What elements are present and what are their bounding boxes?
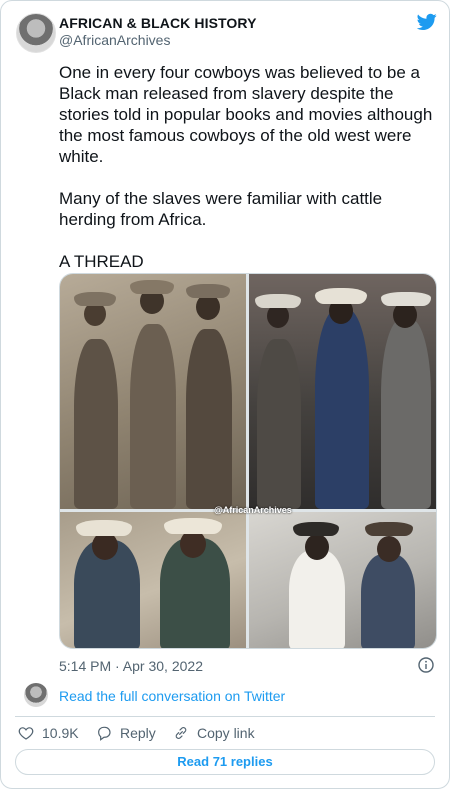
divider: [15, 716, 435, 717]
like-count: 10.9K: [42, 725, 79, 741]
cowboy-photo-1[interactable]: [60, 274, 246, 509]
image-watermark: @AfricanArchives: [214, 505, 292, 515]
conversation-avatar: [24, 683, 48, 707]
link-icon: [175, 727, 187, 739]
heart-icon: [18, 727, 34, 740]
like-button[interactable]: 10.9K: [18, 725, 79, 741]
author-name[interactable]: AFRICAN & BLACK HISTORY: [59, 15, 257, 31]
info-icon[interactable]: [418, 657, 434, 673]
read-replies-button[interactable]: Read 71 replies: [15, 749, 435, 775]
read-conversation-link[interactable]: Read the full conversation on Twitter: [59, 688, 285, 704]
cowboy-photo-4[interactable]: [249, 512, 436, 648]
author-handle[interactable]: @AfricanArchives: [59, 32, 170, 48]
tweet-card: AFRICAN & BLACK HISTORY @AfricanArchives…: [0, 0, 450, 789]
cowboy-photo-2[interactable]: [249, 274, 436, 509]
cowboy-photo-3[interactable]: [60, 512, 246, 648]
tweet-media-grid[interactable]: @AfricanArchives: [59, 273, 437, 649]
author-avatar[interactable]: [16, 13, 56, 53]
reply-label: Reply: [120, 725, 156, 741]
reply-icon: [98, 726, 111, 741]
tweet-text: One in every four cowboys was believed t…: [59, 63, 433, 271]
copy-link-button[interactable]: Copy link: [173, 725, 255, 741]
tweet-timestamp[interactable]: 5:14 PM · Apr 30, 2022: [59, 658, 203, 674]
copy-link-label: Copy link: [197, 725, 255, 741]
reply-button[interactable]: Reply: [96, 725, 156, 741]
twitter-bird-icon[interactable]: [417, 13, 437, 31]
